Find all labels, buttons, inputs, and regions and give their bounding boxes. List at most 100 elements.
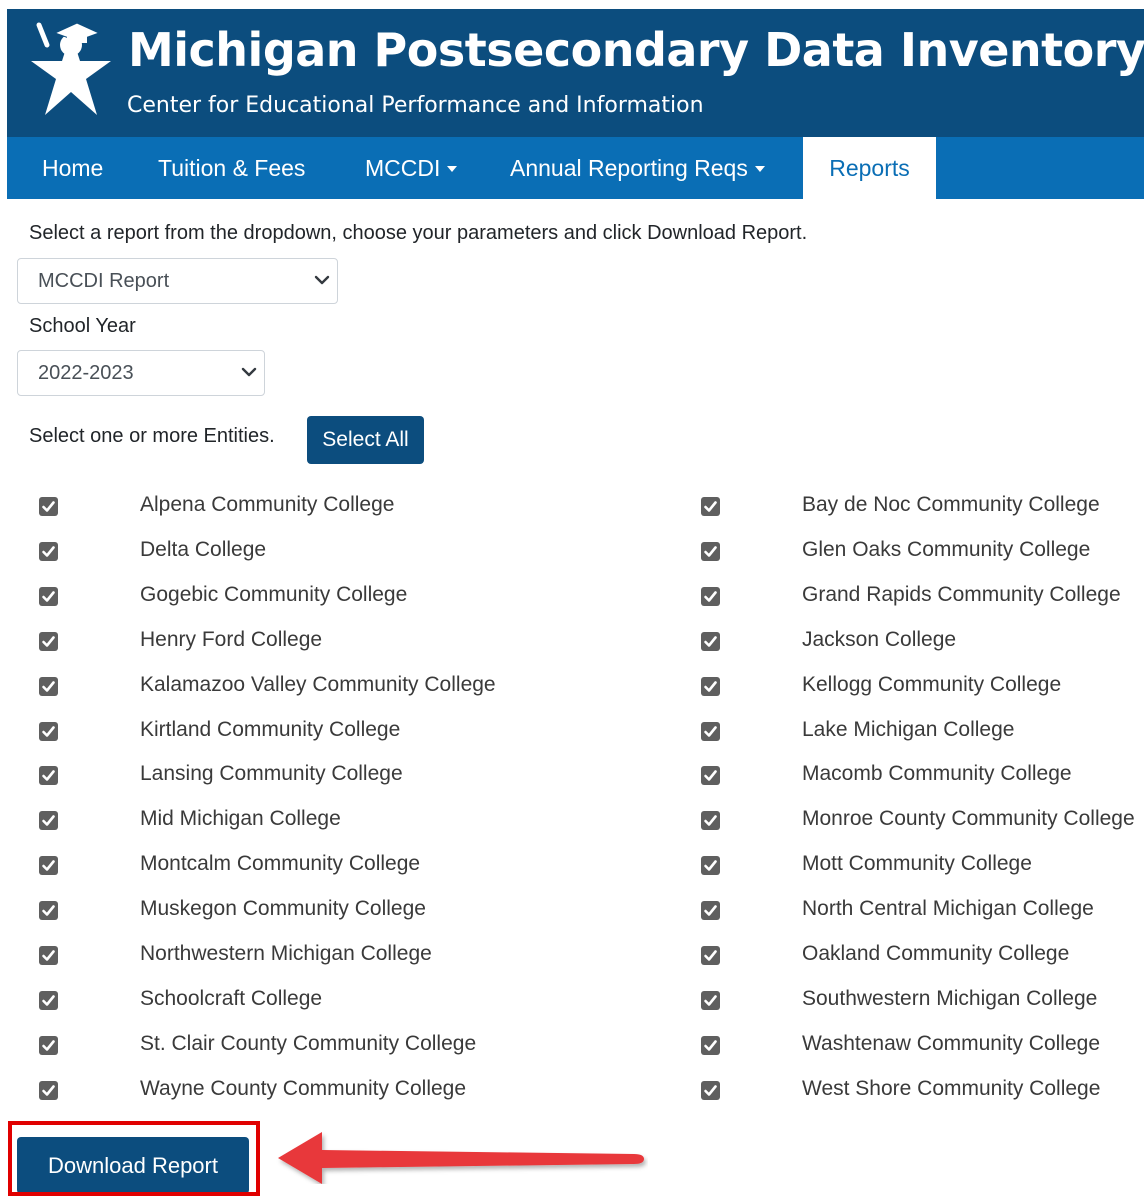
checkmark-icon [704, 950, 717, 961]
entity-row[interactable]: Washtenaw Community College [700, 1032, 1144, 1062]
entity-checkbox[interactable] [701, 946, 720, 965]
nav-reports-label: Reports [829, 155, 910, 181]
checkmark-icon [42, 905, 55, 916]
entity-row[interactable]: Mid Michigan College [38, 807, 658, 837]
entity-label: Mid Michigan College [140, 807, 341, 831]
entity-checkbox[interactable] [701, 856, 720, 876]
site-subtitle: Center for Educational Performance and I… [127, 93, 704, 118]
entity-row[interactable]: Kellogg Community College [700, 673, 1144, 703]
checkmark-icon [42, 860, 55, 871]
checkmark-icon [704, 1039, 717, 1051]
entity-row[interactable]: Grand Rapids Community College [700, 583, 1144, 613]
entity-checkbox[interactable] [701, 631, 720, 651]
entity-row[interactable]: Lansing Community College [38, 762, 658, 792]
nav-mccdi-label: MCCDI [365, 155, 441, 181]
annotation-arrow-icon [278, 1132, 644, 1184]
entity-row[interactable]: Schoolcraft College [38, 987, 658, 1017]
nav-reports-active[interactable]: Reports [803, 137, 936, 199]
entity-row[interactable]: Glen Oaks Community College [700, 538, 1144, 568]
entity-row[interactable]: Mott Community College [700, 852, 1144, 882]
entity-checkbox[interactable] [39, 1080, 58, 1100]
entity-checkbox[interactable] [39, 990, 58, 1010]
checkmark-icon [704, 905, 717, 916]
checkmark-icon [704, 995, 717, 1006]
star-figure-graduate-logo-icon[interactable] [25, 19, 117, 127]
annotation-highlight-box [8, 1121, 260, 1196]
entity-row[interactable]: St. Clair County Community College [38, 1032, 658, 1062]
checkmark-icon [704, 680, 717, 692]
entity-label: Kalamazoo Valley Community College [140, 672, 496, 696]
entity-checkbox[interactable] [39, 541, 58, 561]
entity-checkbox[interactable] [39, 856, 58, 876]
entity-row[interactable]: Muskegon Community College [38, 897, 658, 927]
entity-checkbox[interactable] [701, 990, 720, 1010]
entity-row[interactable]: Gogebic Community College [38, 583, 658, 613]
entity-checkbox[interactable] [39, 901, 58, 921]
entity-label: Lansing Community College [140, 762, 403, 786]
entity-checkbox[interactable] [701, 901, 720, 921]
entity-row[interactable]: Bay de Noc Community College [700, 493, 1144, 523]
entity-checkbox[interactable] [701, 1035, 720, 1055]
entity-checkbox[interactable] [39, 811, 58, 831]
entity-row[interactable]: Jackson College [700, 628, 1144, 658]
checkmark-icon [704, 860, 717, 871]
entity-checkbox[interactable] [39, 497, 58, 516]
entity-label: Oakland Community College [802, 942, 1070, 965]
entity-checkbox[interactable] [701, 541, 720, 561]
entity-checkbox[interactable] [39, 946, 58, 965]
entity-row[interactable]: Alpena Community College [38, 493, 658, 523]
entity-checkbox[interactable] [39, 631, 58, 651]
entity-row[interactable]: Delta College [38, 538, 658, 568]
entity-checkbox[interactable] [39, 766, 58, 786]
checkmark-icon [42, 770, 55, 782]
entity-checkbox[interactable] [701, 811, 720, 831]
checkmark-icon [42, 635, 55, 647]
checkmark-icon [42, 815, 55, 827]
entity-row[interactable]: Kalamazoo Valley Community College [38, 673, 658, 703]
instructions-text: Select a report from the dropdown, choos… [29, 222, 808, 244]
entity-label: Macomb Community College [802, 762, 1072, 786]
entity-checkbox[interactable] [39, 586, 58, 606]
entity-row[interactable]: Southwestern Michigan College [700, 987, 1144, 1017]
entity-label: Washtenaw Community College [802, 1031, 1101, 1055]
entity-row[interactable]: Monroe County Community College [700, 807, 1144, 837]
school-year-select[interactable]: 2022-2023 [17, 350, 265, 396]
entity-checkbox[interactable] [701, 586, 720, 606]
entity-row[interactable]: North Central Michigan College [700, 897, 1144, 927]
entity-row[interactable]: Oakland Community College [700, 942, 1144, 972]
entity-checkbox[interactable] [701, 1080, 720, 1100]
entity-row[interactable]: Kirtland Community College [38, 718, 658, 748]
entity-checkbox[interactable] [39, 721, 58, 741]
entity-label: Henry Ford College [140, 627, 323, 651]
entity-row[interactable]: Lake Michigan College [700, 718, 1144, 748]
checkmark-icon [704, 501, 717, 512]
nav-annual-label: Annual Reporting Reqs [510, 155, 748, 181]
select-all-button[interactable]: Select All [307, 416, 424, 464]
entity-checkbox[interactable] [701, 676, 720, 696]
checkmark-icon [704, 770, 717, 782]
entity-label: Southwestern Michigan College [802, 986, 1098, 1010]
entity-checkbox[interactable] [701, 766, 720, 786]
entity-row[interactable]: Henry Ford College [38, 628, 658, 658]
entity-checkbox[interactable] [39, 676, 58, 696]
checkmark-icon [42, 950, 55, 961]
entity-row[interactable]: Northwestern Michigan College [38, 942, 658, 972]
entity-row[interactable]: Macomb Community College [700, 762, 1144, 792]
entity-label: West Shore Community College [802, 1076, 1101, 1100]
entity-row[interactable]: Wayne County Community College [38, 1077, 658, 1107]
checkmark-icon [704, 546, 717, 557]
entity-label: Glen Oaks Community College [802, 537, 1091, 561]
nav-annual-reporting-dropdown[interactable]: Annual Reporting Reqs [510, 137, 765, 199]
entity-checkbox[interactable] [39, 1035, 58, 1055]
entity-checkbox[interactable] [701, 497, 720, 516]
caret-down-icon [447, 166, 458, 172]
report-select[interactable]: MCCDI Report [17, 258, 338, 304]
nav-home[interactable]: Home [42, 137, 103, 199]
entity-label: Gogebic Community College [140, 582, 408, 606]
entity-row[interactable]: Montcalm Community College [38, 852, 658, 882]
entity-checkbox[interactable] [701, 721, 720, 741]
nav-mccdi-dropdown[interactable]: MCCDI [365, 137, 458, 199]
nav-tuition-fees[interactable]: Tuition & Fees [158, 137, 305, 199]
entity-label: Delta College [140, 537, 267, 561]
entity-row[interactable]: West Shore Community College [700, 1077, 1144, 1107]
